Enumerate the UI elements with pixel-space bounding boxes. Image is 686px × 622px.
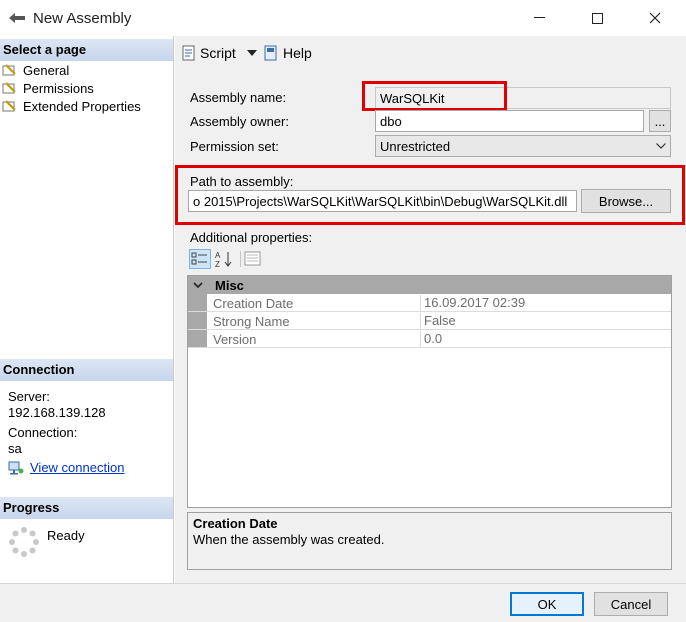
sidebar-item-general[interactable]: General — [2, 61, 69, 79]
property-value: False — [420, 313, 671, 330]
sidebar-item-permissions[interactable]: Permissions — [2, 79, 94, 97]
dropdown-arrow-icon[interactable] — [246, 49, 257, 57]
wrench-icon — [2, 63, 18, 77]
property-name: Creation Date — [213, 296, 294, 311]
permission-set-label: Permission set: — [190, 139, 279, 154]
script-button[interactable]: Script — [181, 45, 257, 61]
select-page-header: Select a page — [0, 39, 173, 61]
help-button[interactable]: Help — [263, 45, 312, 61]
progress-header: Progress — [0, 497, 173, 519]
dialog-footer: OK Cancel — [0, 583, 686, 622]
sort-alphabetical-icon: AZ — [215, 251, 232, 269]
title-bar: New Assembly — [0, 0, 686, 36]
category-label: Misc — [215, 277, 244, 293]
permission-set-value: Unrestricted — [380, 138, 451, 154]
categorized-button[interactable] — [189, 249, 211, 269]
main-panel: Script Help Assembly name: WarSQLKit Ass… — [175, 36, 686, 583]
wrench-icon — [2, 99, 18, 113]
maximize-button[interactable] — [568, 0, 626, 36]
ok-button[interactable]: OK — [510, 592, 584, 616]
sidebar-item-extended-properties[interactable]: Extended Properties — [2, 97, 141, 115]
highlight-box-assembly-name — [362, 81, 507, 111]
property-pages-button[interactable] — [243, 249, 263, 269]
maximize-icon — [591, 12, 603, 24]
alphabetical-button[interactable]: AZ — [214, 249, 234, 269]
cancel-button[interactable]: Cancel — [594, 592, 668, 616]
connection-label: Connection: — [8, 425, 78, 440]
category-misc[interactable]: Misc — [188, 276, 671, 294]
minimize-button[interactable] — [510, 0, 568, 36]
description-title: Creation Date — [193, 516, 278, 531]
chevron-down-icon — [656, 143, 666, 149]
permission-set-select[interactable]: Unrestricted — [375, 135, 671, 157]
close-button[interactable] — [626, 0, 684, 36]
connection-icon — [8, 461, 24, 474]
owner-browse-button[interactable]: ... — [649, 110, 671, 132]
window-title: New Assembly — [33, 10, 132, 27]
sidebar-item-label: General — [23, 62, 70, 78]
view-connection-text[interactable]: View connection — [30, 460, 124, 475]
highlight-box-path — [175, 165, 685, 225]
property-row-creation-date[interactable]: Creation Date 16.09.2017 02:39 — [188, 294, 671, 312]
server-value: 192.168.139.128 — [8, 405, 106, 420]
property-value: 16.09.2017 02:39 — [420, 295, 671, 312]
property-row-version[interactable]: Version 0.0 — [188, 330, 671, 348]
property-pages-icon — [244, 251, 261, 266]
property-name: Strong Name — [213, 314, 290, 329]
connection-value: sa — [8, 441, 22, 456]
svg-text:A: A — [215, 251, 221, 260]
toolbar-divider — [240, 251, 241, 267]
toolbar: Script Help — [175, 36, 686, 68]
assembly-app-icon — [9, 13, 25, 23]
help-book-icon — [264, 45, 277, 61]
close-icon — [649, 12, 661, 24]
wrench-icon — [2, 81, 18, 95]
row-gutter — [188, 330, 207, 347]
row-gutter — [188, 294, 207, 311]
progress-status: Ready — [47, 528, 85, 543]
progress-spinner-icon — [9, 527, 39, 557]
script-label: Script — [200, 45, 236, 61]
row-gutter — [188, 312, 207, 329]
sidebar-item-label: Permissions — [23, 80, 94, 96]
connection-header: Connection — [0, 359, 173, 381]
property-grid: Misc Creation Date 16.09.2017 02:39 Stro… — [187, 275, 672, 508]
property-row-strong-name[interactable]: Strong Name False — [188, 312, 671, 330]
property-description-panel: Creation Date When the assembly was crea… — [187, 512, 672, 570]
help-label: Help — [283, 45, 312, 61]
script-icon — [182, 45, 195, 61]
categorized-icon — [191, 252, 207, 265]
description-text: When the assembly was created. — [193, 532, 385, 547]
property-value: 0.0 — [420, 331, 671, 348]
sidebar-item-label: Extended Properties — [23, 98, 141, 114]
assembly-name-label: Assembly name: — [190, 90, 287, 105]
additional-properties-label: Additional properties: — [190, 230, 313, 245]
minimize-icon — [533, 17, 545, 18]
server-label: Server: — [8, 389, 50, 404]
assembly-owner-label: Assembly owner: — [190, 114, 289, 129]
chevron-down-icon[interactable] — [193, 281, 203, 289]
property-name: Version — [213, 332, 257, 347]
sidebar: Select a page General Permissions Extend… — [0, 36, 174, 583]
assembly-owner-field[interactable]: dbo — [375, 110, 644, 132]
view-connection-link[interactable]: View connection — [8, 460, 124, 475]
svg-text:Z: Z — [215, 260, 220, 269]
